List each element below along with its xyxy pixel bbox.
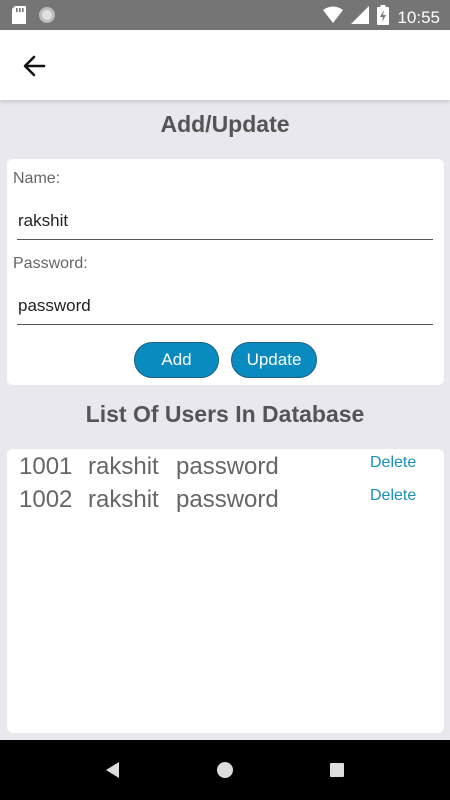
battery-icon (377, 5, 390, 30)
circle-icon (38, 6, 56, 29)
password-field[interactable] (17, 287, 433, 325)
users-list: 1001 rakshit password Delete 1002 rakshi… (7, 449, 444, 733)
add-update-title: Add/Update (160, 111, 290, 137)
signal-icon (351, 6, 370, 29)
user-password: password (176, 486, 279, 513)
user-password: password (176, 453, 279, 480)
nav-back-icon (103, 762, 123, 784)
user-id: 1001 (19, 453, 73, 480)
nav-home-button[interactable] (215, 760, 235, 780)
app-bar (0, 30, 450, 100)
list-item: 1001 rakshit password Delete (19, 453, 439, 485)
user-id: 1002 (19, 486, 73, 513)
list-item: 1002 rakshit password Delete (19, 486, 439, 518)
add-button[interactable]: Add (134, 342, 219, 378)
users-list-title: List Of Users In Database (85, 401, 365, 427)
update-button[interactable]: Update (231, 342, 317, 378)
user-name: rakshit (88, 486, 159, 513)
delete-button[interactable]: Delete (370, 487, 416, 505)
status-time: 10:55 (397, 7, 440, 27)
nav-back-button[interactable] (103, 760, 123, 780)
delete-button[interactable]: Delete (370, 454, 416, 472)
status-bar: 10:55 (0, 0, 450, 30)
password-label: Password: (13, 255, 88, 272)
name-field[interactable] (17, 202, 433, 240)
form-card: Name: Password: Add Update (7, 159, 444, 385)
arrow-left-icon (20, 55, 48, 84)
navigation-bar (0, 740, 450, 800)
nav-home-icon (215, 762, 235, 784)
nav-recents-icon (327, 763, 347, 784)
name-label: Name: (13, 170, 61, 187)
back-button[interactable] (20, 52, 48, 80)
user-name: rakshit (88, 453, 159, 480)
wifi-icon (323, 6, 344, 29)
sd-card-icon (12, 6, 26, 29)
nav-recents-button[interactable] (327, 760, 347, 780)
